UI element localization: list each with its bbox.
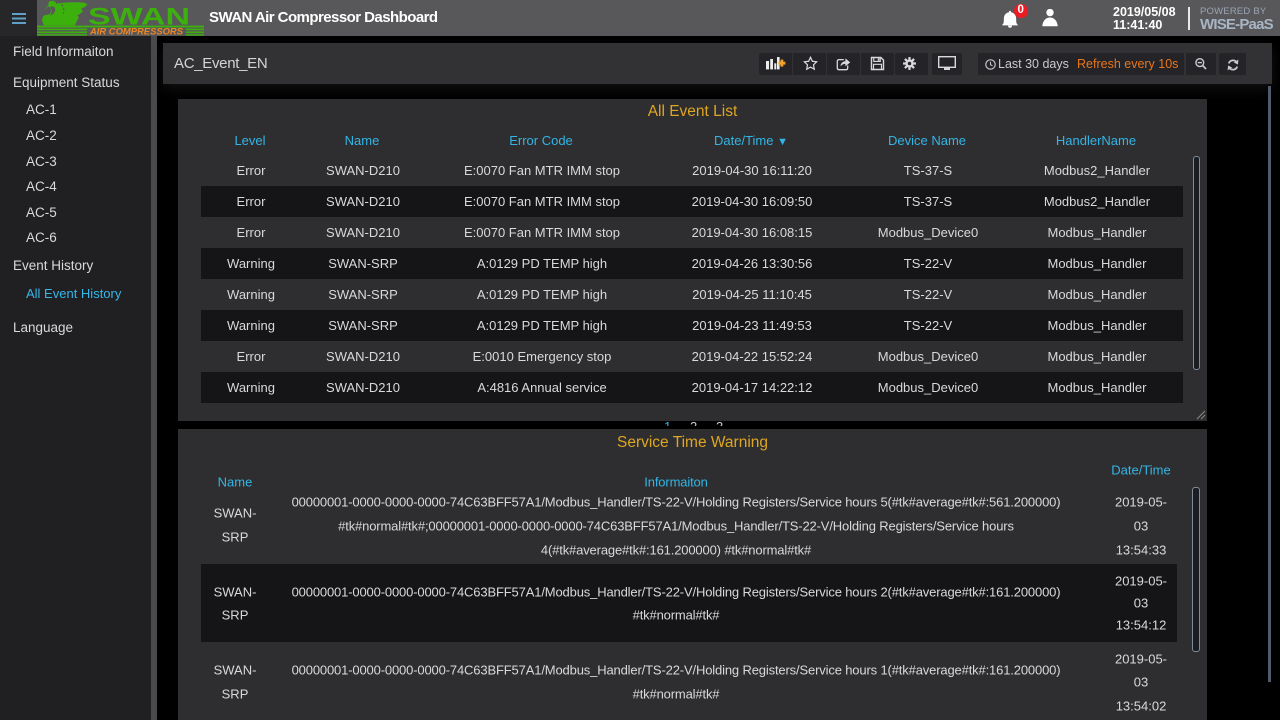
- svg-text:AIR COMPRESSORS: AIR COMPRESSORS: [89, 27, 183, 36]
